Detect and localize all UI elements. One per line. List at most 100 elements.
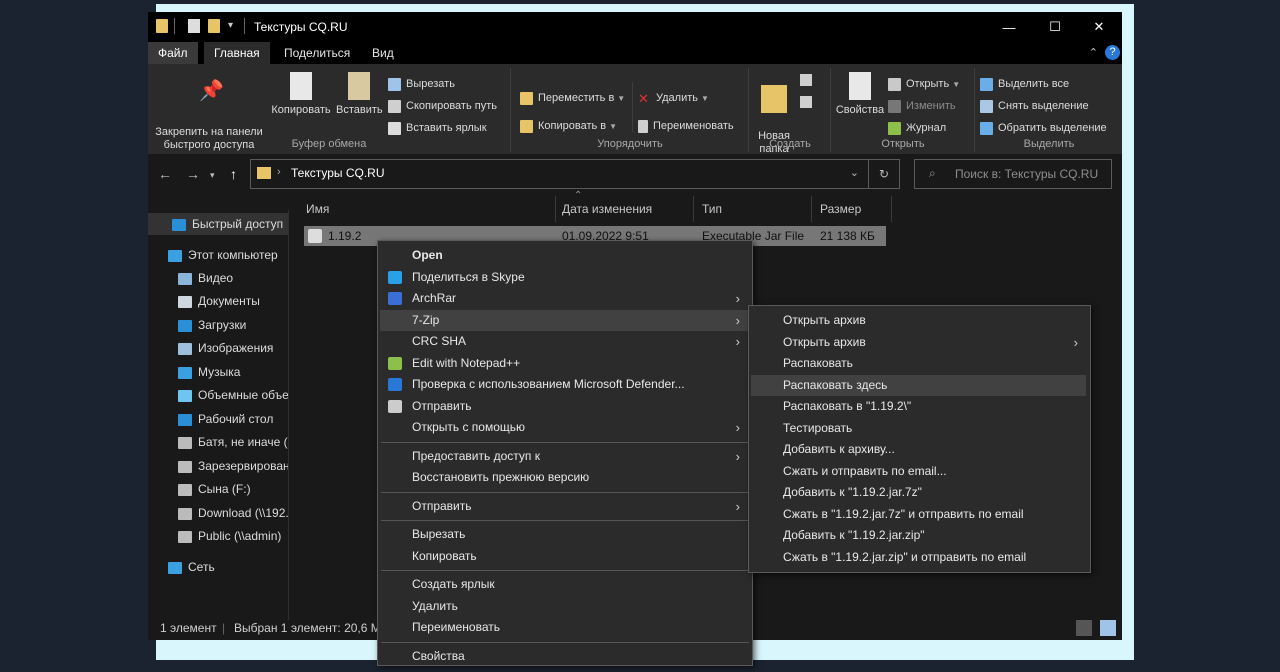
back-button[interactable]: ← — [158, 166, 172, 182]
menu-item-12[interactable]: Восстановить прежнюю версию — [380, 467, 748, 488]
menu-item-1[interactable]: Открыть архив — [751, 310, 1086, 331]
details-view-icon[interactable] — [1076, 620, 1092, 636]
properties-quick-icon[interactable] — [188, 19, 200, 33]
properties-button[interactable]: Свойства — [834, 72, 886, 117]
rename-button[interactable]: Переименовать — [638, 116, 734, 136]
menu-item-12[interactable]: Сжать в "1.19.2.jar.zip" и отправить по … — [751, 547, 1086, 568]
ribbon-tabs: Файл Главная Поделиться Вид ⌃ ? — [148, 42, 1122, 64]
new-item-icon[interactable] — [800, 74, 812, 86]
sidebar-item-4[interactable]: Документы — [148, 290, 288, 312]
sidebar-item-9[interactable]: Рабочий стол — [148, 408, 288, 430]
forward-button[interactable]: → — [186, 166, 200, 182]
menu-item-7[interactable]: Добавить к архиву... — [751, 439, 1086, 460]
close-button[interactable]: ✕ — [1076, 12, 1122, 42]
menu-item-21[interactable]: Переименовать — [380, 617, 748, 638]
search-input[interactable]: Поиск в: Текстуры CQ.RU — [955, 167, 1098, 181]
sidebar-item-7[interactable]: Музыка — [148, 361, 288, 383]
up-button[interactable]: ↑ — [230, 166, 237, 182]
menu-item-4[interactable]: Распаковать здесь — [751, 374, 1086, 396]
refresh-button[interactable]: ↻ — [868, 160, 899, 188]
menu-item-2[interactable]: Открыть архив › — [751, 332, 1086, 353]
collapse-ribbon-icon[interactable]: ⌃ — [1089, 46, 1098, 59]
menu-item-23[interactable]: Свойства — [380, 646, 748, 667]
computer-icon — [168, 249, 182, 262]
address-bar[interactable]: › Текстуры CQ.RU ⌄ ↻ — [250, 159, 900, 189]
column-size[interactable]: Размер — [812, 196, 892, 222]
column-type[interactable]: Тип — [694, 196, 812, 222]
menu-item-9[interactable]: Добавить к "1.19.2.jar.7z" — [751, 482, 1086, 503]
menu-item-19[interactable]: Создать ярлык — [380, 574, 748, 595]
move-to-button[interactable]: Переместить в ▼ — [520, 88, 625, 108]
help-icon[interactable]: ? — [1105, 45, 1120, 60]
menu-item-6[interactable]: Edit with Notepad++ — [380, 353, 748, 374]
menu-item-11[interactable]: Предоставить доступ к › — [380, 446, 748, 467]
menu-item-9[interactable]: Открыть с помощью › — [380, 417, 748, 438]
easy-access-icon[interactable] — [800, 96, 812, 108]
select-none-icon — [980, 99, 993, 113]
menu-item-5[interactable]: CRC SHA › — [380, 331, 748, 352]
tab-share[interactable]: Поделиться — [274, 42, 360, 64]
minimize-button[interactable]: — — [986, 12, 1032, 42]
menu-item-10[interactable]: Сжать в "1.19.2.jar.7z" и отправить по e… — [751, 504, 1086, 525]
menu-item-8[interactable]: Сжать и отправить по email... — [751, 461, 1086, 482]
new-folder-quick-icon[interactable] — [208, 19, 220, 33]
menu-item-8[interactable]: Отправить — [380, 396, 748, 417]
menu-item-17[interactable]: Копировать — [380, 546, 748, 567]
sidebar-item-1[interactable]: Быстрый доступ — [148, 213, 288, 235]
sidebar-item-3[interactable]: Видео — [148, 267, 288, 289]
cut-button[interactable]: Вырезать — [388, 74, 455, 94]
sidebar-item-10[interactable]: Батя, не иначе (С — [148, 431, 288, 453]
menu-item-20[interactable]: Удалить — [380, 596, 748, 617]
history-button[interactable]: Журнал — [888, 118, 946, 138]
delete-button[interactable]: ✕ Удалить ▼ — [638, 88, 709, 108]
paste-button[interactable]: Вставить — [336, 72, 383, 117]
edit-button[interactable]: Изменить — [888, 96, 956, 116]
menu-item-label: Поделиться в Skype — [412, 269, 525, 284]
tab-home[interactable]: Главная — [204, 42, 270, 64]
paste-shortcut-button[interactable]: Вставить ярлык — [388, 118, 487, 138]
menu-item-1[interactable]: Open — [380, 245, 748, 266]
sidebar-item-14[interactable]: Public (\\admin) — [148, 525, 288, 547]
sidebar-item-8[interactable]: Объемные объе — [148, 384, 288, 406]
menu-item-3[interactable]: ArchRar › — [380, 288, 748, 309]
chevron-right-icon: › — [735, 498, 740, 514]
select-none-button[interactable]: Снять выделение — [980, 96, 1089, 116]
sidebar-item-2[interactable]: Этот компьютер — [148, 244, 288, 266]
column-name[interactable]: Имя — [298, 196, 556, 222]
copy-button[interactable]: Копировать — [268, 72, 334, 117]
tab-file[interactable]: Файл — [148, 42, 198, 64]
sidebar-item-15[interactable]: Сеть — [148, 556, 288, 578]
open-group: Свойства Открыть ▼ Изменить Журнал Открыт… — [832, 68, 975, 152]
menu-item-4[interactable]: 7-Zip › — [380, 309, 748, 331]
copy-to-button[interactable]: Копировать в ▼ — [520, 116, 617, 136]
menu-item-6[interactable]: Тестировать — [751, 418, 1086, 439]
menu-item-3[interactable]: Распаковать — [751, 353, 1086, 374]
invert-selection-button[interactable]: Обратить выделение — [980, 118, 1107, 138]
select-all-button[interactable]: Выделить все — [980, 74, 1069, 94]
menu-item-7[interactable]: Проверка с использованием Microsoft Defe… — [380, 374, 748, 395]
sidebar-item-5[interactable]: Загрузки — [148, 314, 288, 336]
sidebar-item-12[interactable]: Сына (F:) — [148, 478, 288, 500]
music-icon — [178, 366, 192, 379]
menu-item-5[interactable]: Распаковать в "1.19.2\" — [751, 396, 1086, 417]
customize-quick-access-icon[interactable]: ▾ — [228, 20, 233, 31]
copy-path-button[interactable]: Скопировать путь — [388, 96, 497, 116]
menu-item-16[interactable]: Вырезать — [380, 524, 748, 545]
maximize-button[interactable]: ☐ — [1032, 12, 1078, 42]
tab-view[interactable]: Вид — [362, 42, 404, 64]
menu-item-11[interactable]: Добавить к "1.19.2.jar.zip" — [751, 525, 1086, 546]
menu-item-2[interactable]: Поделиться в Skype — [380, 267, 748, 288]
open-button[interactable]: Открыть ▼ — [888, 74, 960, 94]
address-dropdown-icon[interactable]: ⌄ — [850, 166, 859, 179]
menu-item-14[interactable]: Отправить › — [380, 496, 748, 517]
sidebar-item-6[interactable]: Изображения — [148, 337, 288, 359]
address-path[interactable]: Текстуры CQ.RU — [291, 166, 385, 180]
sidebar-item-13[interactable]: Download (\\192. — [148, 502, 288, 524]
history-icon — [888, 121, 901, 135]
search-box[interactable]: ⌕ Поиск в: Текстуры CQ.RU — [914, 159, 1112, 189]
recent-locations-icon[interactable]: ▾ — [210, 170, 215, 181]
column-date[interactable]: Дата изменения — [554, 196, 694, 222]
sidebar-item-11[interactable]: Зарезервирован — [148, 455, 288, 477]
organize-group-label: Упорядочить — [597, 138, 663, 150]
large-icons-view-icon[interactable] — [1100, 620, 1116, 636]
